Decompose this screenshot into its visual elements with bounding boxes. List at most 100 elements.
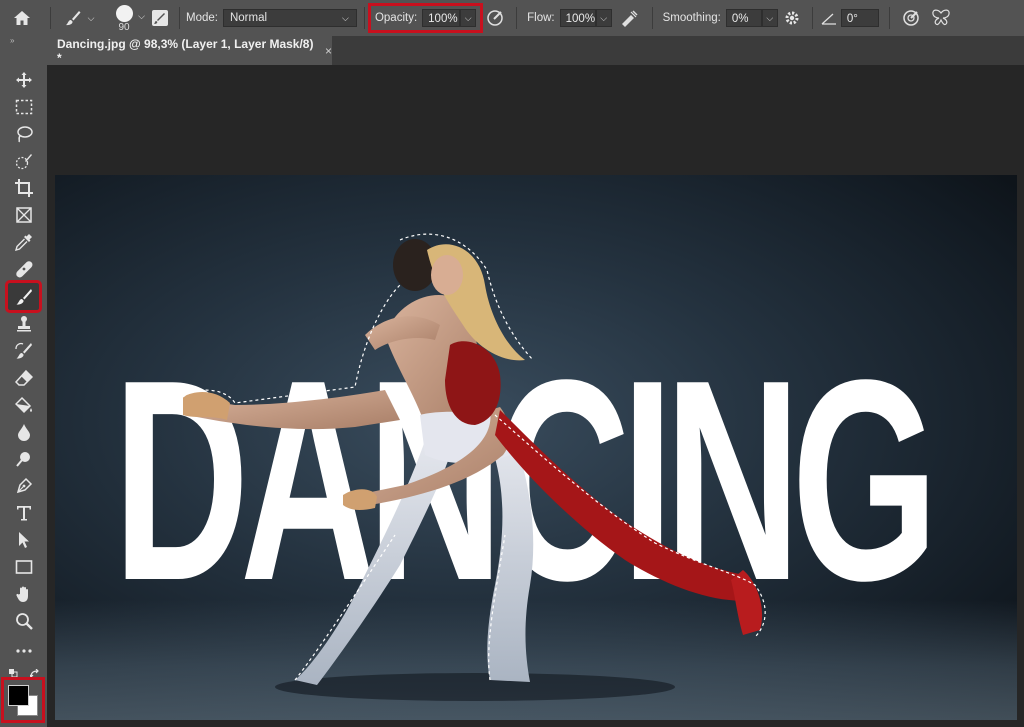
airbrush-icon [621, 10, 638, 27]
close-tab-icon[interactable]: × [325, 44, 332, 58]
document-tab-title: Dancing.jpg @ 98,3% (Layer 1, Layer Mask… [57, 36, 314, 65]
eraser-tool[interactable] [8, 364, 39, 391]
smoothing-options-button[interactable] [778, 10, 806, 26]
brush-tip-preview [115, 5, 133, 22]
edit-toolbar-button[interactable] [8, 637, 39, 664]
chevron-down-icon: ⌵ [600, 12, 608, 23]
brush-settings-icon [152, 10, 168, 26]
eyedropper-tool[interactable] [8, 228, 39, 255]
divider [811, 7, 813, 29]
hand-icon [15, 586, 28, 602]
clone-stamp-tool[interactable] [8, 310, 39, 337]
smoothing-label: Smoothing: [662, 12, 721, 24]
divider [888, 7, 890, 29]
flow-input[interactable]: 100% [559, 9, 596, 27]
more-icon [15, 648, 32, 653]
angle-icon [821, 13, 836, 25]
home-icon [14, 11, 30, 25]
brush-settings-button[interactable] [147, 9, 173, 27]
flow-label: Flow: [527, 12, 555, 24]
hand-tool[interactable] [8, 580, 39, 607]
history-brush-tool[interactable] [8, 337, 39, 364]
default-colors-icon[interactable] [9, 669, 18, 678]
collapse-panel-button[interactable]: » [0, 36, 47, 45]
brush-preset-picker[interactable]: 90 ⌵ [101, 0, 147, 36]
eraser-icon [14, 369, 33, 386]
paint-bucket-icon [14, 396, 32, 413]
swap-colors-icon[interactable] [30, 669, 40, 679]
frame-tool[interactable] [8, 201, 39, 228]
brush-size-value: 90 [118, 22, 130, 33]
brush-tool[interactable] [5, 280, 42, 313]
chevron-down-icon: ⌵ [138, 11, 145, 21]
move-icon [15, 71, 32, 88]
flow-dropdown-button[interactable]: ⌵ [595, 9, 612, 27]
stamp-icon [16, 315, 31, 331]
gear-icon [785, 11, 799, 25]
type-tool[interactable] [8, 499, 39, 526]
smoothing-dropdown-button[interactable]: ⌵ [761, 9, 778, 27]
tool-preset-picker[interactable]: ⌵ [57, 9, 101, 27]
brush-icon [65, 11, 81, 26]
blur-tool[interactable] [8, 418, 39, 445]
marquee-icon [15, 99, 32, 114]
divider [651, 7, 653, 29]
pen-tool[interactable] [8, 472, 39, 499]
crop-icon [14, 178, 33, 197]
marquee-tool[interactable] [8, 93, 39, 120]
options-bar: ⌵ 90 ⌵ Mode: Normal ⌵ Opacity: 100% ⌵ Fl… [0, 0, 1024, 37]
smoothing-input[interactable]: 0% [725, 9, 762, 27]
lasso-icon [16, 125, 33, 142]
divider [179, 7, 180, 29]
divider [516, 7, 518, 29]
pen-icon [16, 477, 32, 493]
divider [363, 7, 365, 29]
pressure-size-button[interactable] [896, 9, 926, 27]
chevron-down-icon: ⌵ [766, 12, 774, 23]
butterfly-icon [932, 9, 950, 26]
crop-tool[interactable] [8, 174, 39, 201]
quick-select-icon [15, 153, 32, 169]
quick-select-tool[interactable] [8, 147, 39, 174]
history-brush-icon [14, 342, 32, 359]
paint-bucket-tool[interactable] [8, 391, 39, 418]
chevron-down-icon: ⌵ [464, 12, 472, 23]
divider [50, 7, 51, 29]
healing-tool[interactable] [8, 255, 39, 282]
dancers-photo [182, 233, 766, 701]
frame-icon [15, 206, 32, 223]
healing-icon [15, 260, 32, 277]
dodge-tool[interactable] [8, 445, 39, 472]
pressure-size-icon [903, 10, 919, 26]
blur-icon [17, 423, 30, 441]
path-selection-tool[interactable] [8, 526, 39, 553]
document-tab-bar: Dancing.jpg @ 98,3% (Layer 1, Layer Mask… [47, 36, 1024, 65]
eyedropper-icon [14, 233, 32, 251]
rectangle-tool[interactable] [8, 553, 39, 580]
home-button[interactable] [0, 0, 44, 36]
mode-label: Mode: [186, 12, 218, 24]
opacity-dropdown-button[interactable]: ⌵ [460, 9, 477, 27]
mode-value: Normal [229, 12, 268, 24]
lasso-tool[interactable] [8, 120, 39, 147]
symmetry-button[interactable] [926, 9, 956, 27]
opacity-input[interactable]: 100% [422, 9, 461, 27]
canvas-workspace[interactable]: DANCING [47, 65, 1024, 727]
pressure-opacity-icon [487, 10, 503, 26]
tools-panel: » [0, 36, 48, 727]
brush-icon [16, 288, 32, 305]
foreground-color-swatch[interactable] [8, 685, 29, 706]
rectangle-icon [15, 559, 32, 574]
zoom-tool[interactable] [8, 607, 39, 634]
document-canvas[interactable]: DANCING [55, 175, 1017, 720]
type-icon [16, 505, 31, 520]
document-tab[interactable]: Dancing.jpg @ 98,3% (Layer 1, Layer Mask… [47, 36, 332, 65]
chevron-down-icon: ⌵ [87, 12, 95, 23]
mode-select[interactable]: Normal ⌵ [222, 9, 357, 27]
pressure-opacity-button[interactable] [480, 9, 510, 27]
move-tool[interactable] [8, 66, 39, 93]
angle-input[interactable]: 0° [840, 9, 879, 27]
opacity-label: Opacity: [374, 12, 418, 24]
airbrush-button[interactable] [612, 9, 646, 27]
zoom-icon [15, 612, 33, 630]
